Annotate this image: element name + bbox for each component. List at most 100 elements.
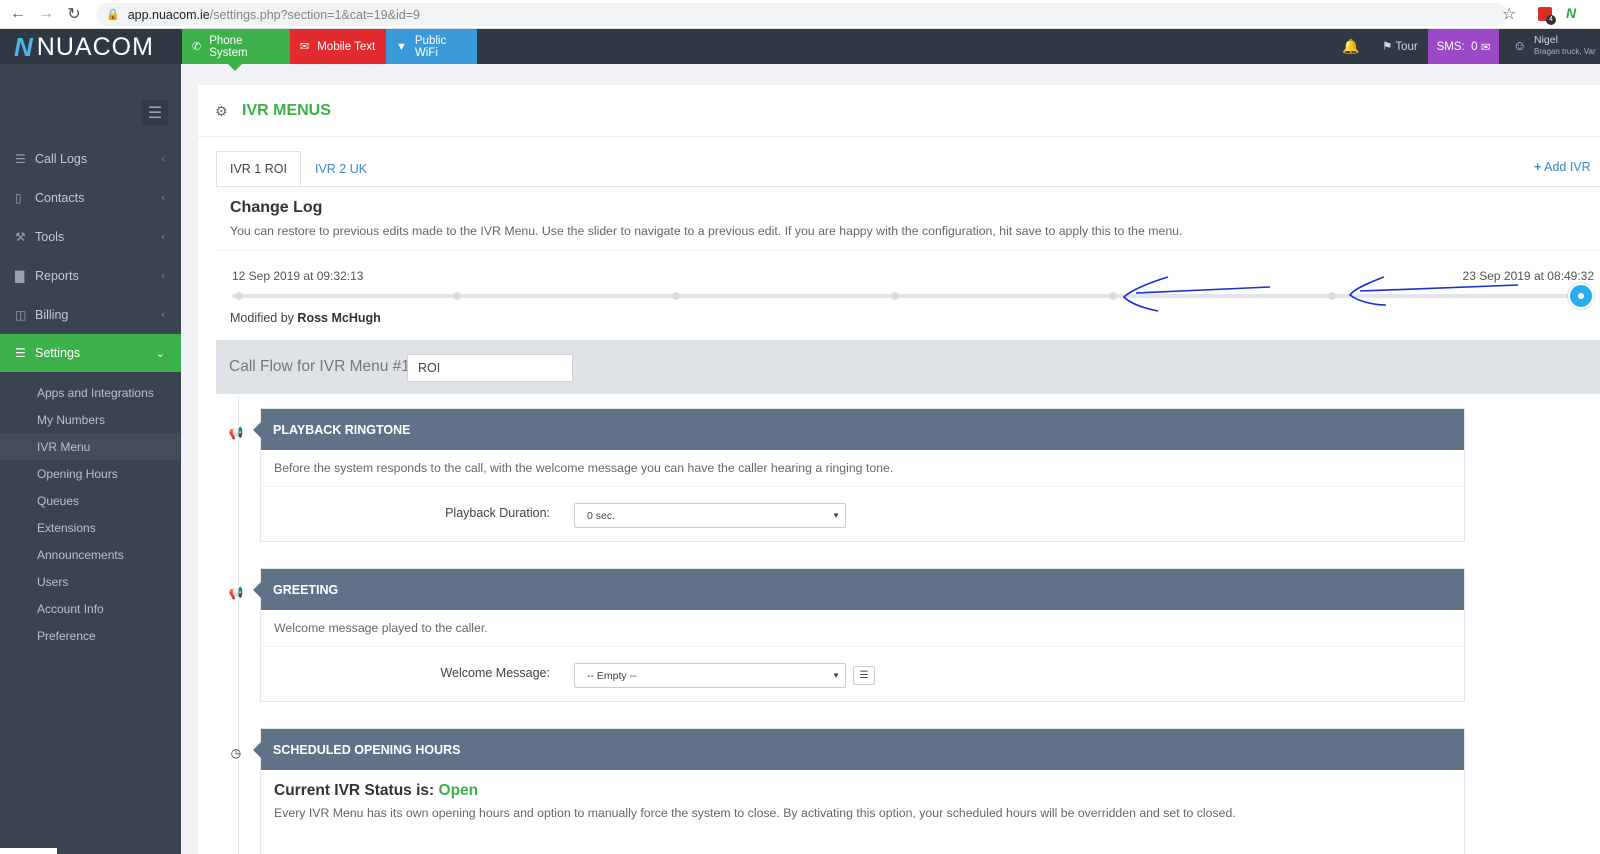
topnav-mobile-text[interactable]: ✉ Mobile Text — [290, 29, 386, 64]
signpost-icon: ⚑ — [1382, 41, 1393, 53]
sidebar-sub-ivr-menu[interactable]: IVR Menu — [0, 433, 181, 460]
add-ivr-button[interactable]: + Add IVR — [1534, 160, 1591, 174]
sidebar-item-contacts[interactable]: ▯ Contacts ‹ — [0, 179, 181, 217]
sidebar-sub-apps-integrations[interactable]: Apps and Integrations — [0, 379, 181, 406]
timeline-line — [238, 397, 239, 854]
wifi-icon: ▼ — [396, 40, 407, 53]
extension-logo-icon[interactable]: N — [1566, 5, 1576, 21]
playback-ringtone-block: PLAYBACK RINGTONE Before the system resp… — [253, 408, 1465, 542]
sidebar-sub-users[interactable]: Users — [0, 568, 181, 595]
address-bar[interactable]: 🔒 app.nuacom.ie/settings.php?section=1&c… — [96, 3, 1508, 26]
tabs-divider — [216, 186, 1600, 187]
sidebar-item-label: Billing — [35, 308, 69, 322]
sidebar-item-billing[interactable]: ◫ Billing ‹ — [0, 296, 181, 334]
sidebar-sub-extensions[interactable]: Extensions — [0, 514, 181, 541]
phone-icon: ✆ — [192, 41, 202, 53]
sidebar-sub-opening-hours[interactable]: Opening Hours — [0, 460, 181, 487]
extension-icon[interactable]: 4 — [1538, 7, 1556, 25]
modified-by-name: Ross McHugh — [297, 311, 381, 325]
clock-icon: ◷ — [230, 746, 242, 760]
sidebar-sub-preference[interactable]: Preference — [0, 622, 181, 649]
chevron-left-icon: ‹ — [161, 153, 165, 165]
add-ivr-label: Add IVR — [1544, 160, 1591, 174]
page-header: ⚙ IVR MENUS — [198, 85, 1600, 137]
sidebar-item-settings[interactable]: ☰ Settings ⌄ — [0, 334, 181, 372]
menu-toggle-icon[interactable]: ☰ — [142, 100, 168, 126]
sidebar-item-reports[interactable]: ▇ Reports ‹ — [0, 257, 181, 295]
megaphone-icon: 📢 — [228, 586, 244, 600]
contacts-icon: ▯ — [15, 191, 22, 205]
sidebar-sub-account-info[interactable]: Account Info — [0, 595, 181, 622]
envelope-icon: ✉ — [1480, 41, 1491, 54]
tour-button[interactable]: ⚑ Tour — [1382, 39, 1418, 53]
chevron-left-icon: ‹ — [161, 231, 165, 243]
user-icon[interactable]: ☺ — [1513, 38, 1526, 53]
back-icon[interactable]: ← — [5, 1, 31, 27]
nuacom-logo[interactable]: N NUACOM — [14, 31, 154, 62]
modified-by: Modified by Ross McHugh — [230, 311, 381, 325]
url-host: app.nuacom.ie — [127, 7, 210, 22]
topnav-public-wifi[interactable]: ▼ Public WiFi — [386, 29, 477, 64]
sidebar-sub-my-numbers[interactable]: My Numbers — [0, 406, 181, 433]
slider-step[interactable] — [672, 292, 680, 300]
forward-icon[interactable]: → — [33, 1, 59, 27]
sidebar-item-label: Settings — [35, 346, 81, 360]
ivr-tabs: IVR 1 ROI IVR 2 UK — [216, 151, 381, 187]
chevron-down-icon: ⌄ — [155, 347, 165, 360]
sms-balance-button[interactable]: SMS: 0 ✉ — [1428, 29, 1499, 64]
sidebar-item-call-logs[interactable]: ☰ Call Logs ‹ — [0, 140, 181, 178]
list-icon[interactable]: ☰ — [853, 666, 875, 685]
sidebar-sub-queues[interactable]: Queues — [0, 487, 181, 514]
sidebar-item-label: Call Logs — [35, 152, 88, 166]
sidebar-sub-announcements[interactable]: Announcements — [0, 541, 181, 568]
topnav-label: Phone System — [209, 34, 248, 59]
reload-icon[interactable]: ↻ — [61, 1, 87, 27]
tab-ivr-2-uk[interactable]: IVR 2 UK — [301, 151, 381, 187]
playback-duration-row: Playback Duration: 0 sec. ▼ — [261, 487, 1464, 542]
sms-count: 0 — [1471, 40, 1478, 53]
slider-step[interactable] — [235, 292, 243, 300]
browser-toolbar: ← → ↻ 🔒 app.nuacom.ie/settings.php?secti… — [0, 0, 1600, 29]
envelope-icon: ✉ — [300, 41, 310, 53]
bookmark-star-icon[interactable]: ☆ — [1502, 4, 1516, 24]
topnav-phone-system[interactable]: ✆ Phone System — [182, 29, 290, 71]
bar-chart-icon: ▇ — [15, 269, 25, 283]
greeting-block: GREETING Welcome message played to the c… — [253, 568, 1465, 702]
app-topbar: N NUACOM ✆ Phone System ✉ Mobile Text ▼ … — [0, 29, 1600, 71]
select-value: 0 sec. — [587, 509, 616, 522]
block-title: SCHEDULED OPENING HOURS — [253, 729, 1464, 770]
slider-start-date: 12 Sep 2019 at 09:32:13 — [232, 269, 364, 283]
status-badge: Open — [438, 782, 479, 799]
bell-icon[interactable]: 🔔 — [1342, 38, 1359, 55]
playback-duration-select[interactable]: 0 sec. ▼ — [574, 503, 846, 528]
sidebar-item-label: Reports — [35, 269, 79, 283]
plus-icon: + — [1534, 160, 1542, 174]
logo-mark-icon: N — [14, 31, 33, 62]
chevron-left-icon: ‹ — [161, 309, 165, 321]
change-log-title: Change Log — [230, 199, 323, 216]
tab-ivr-1-roi[interactable]: IVR 1 ROI — [216, 151, 301, 187]
sidebar: ☰ ☰ Call Logs ‹ ▯ Contacts ‹ ⚒ Tools ‹ ▇… — [0, 64, 181, 854]
top-navigation: ✆ Phone System ✉ Mobile Text ▼ Public Wi… — [182, 29, 477, 71]
sidebar-item-label: Contacts — [35, 191, 85, 205]
change-log-description: You can restore to previous edits made t… — [230, 224, 1183, 238]
sidebar-item-tools[interactable]: ⚒ Tools ‹ — [0, 218, 181, 256]
gears-icon: ⚙ — [215, 103, 228, 119]
lock-icon: 🔒 — [106, 9, 120, 21]
megaphone-icon: 📢 — [228, 426, 244, 440]
folder-icon: ◫ — [15, 308, 27, 322]
welcome-message-row: Welcome Message: -- Empty -- ▼ ☰ — [261, 647, 1464, 702]
user-company: Bragan truck, Var — [1534, 47, 1596, 56]
topnav-label: Public WiFi — [414, 34, 447, 59]
slider-step[interactable] — [453, 292, 461, 300]
slider-step[interactable] — [1109, 292, 1117, 300]
select-value: -- Empty -- — [587, 669, 637, 682]
slider-step[interactable] — [891, 292, 899, 300]
main-panel: ⚙ IVR MENUS IVR 1 ROI IVR 2 UK + Add IVR… — [198, 85, 1600, 854]
welcome-message-select[interactable]: -- Empty -- ▼ — [574, 663, 846, 688]
user-name[interactable]: Nigel — [1534, 34, 1558, 46]
opening-hours-block: SCHEDULED OPENING HOURS Current IVR Stat… — [253, 728, 1465, 854]
change-log-slider-handle[interactable] — [1568, 283, 1594, 309]
call-flow-name-input[interactable] — [407, 354, 573, 382]
caret-down-icon: ▼ — [832, 511, 840, 520]
